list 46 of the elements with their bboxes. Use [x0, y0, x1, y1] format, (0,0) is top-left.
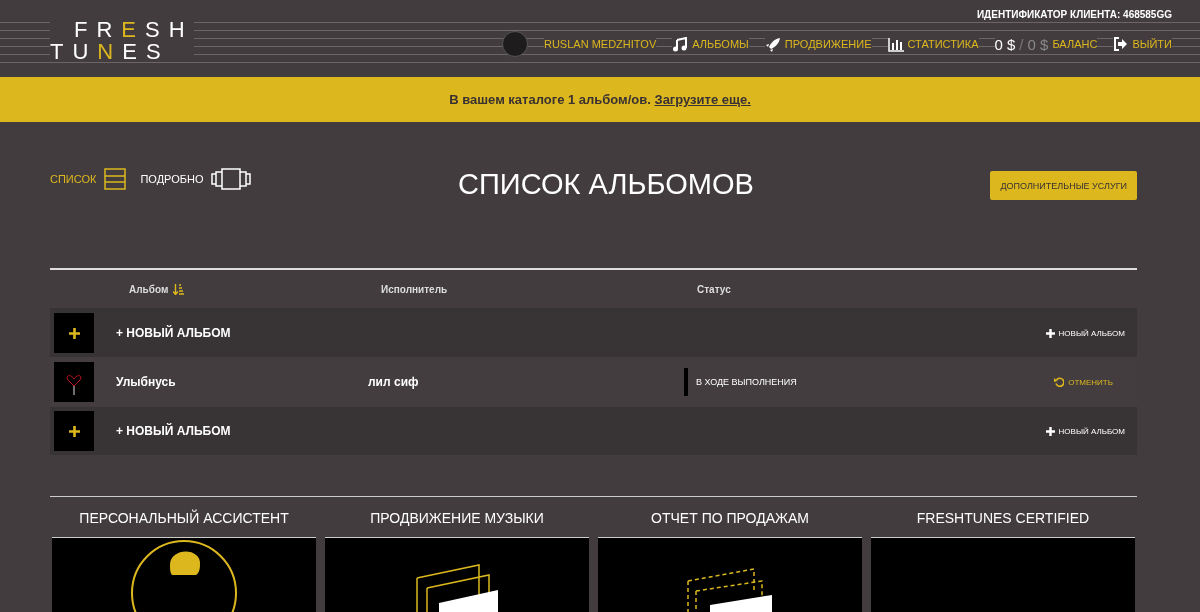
- column-header: Статус: [697, 283, 732, 295]
- balance-amount: 0 $: [994, 35, 1016, 53]
- view-toggle[interactable]: СПИСОК: [50, 168, 127, 190]
- column-header: Исполнитель: [381, 283, 449, 295]
- upload-link[interactable]: Загрузите еще.: [654, 92, 751, 107]
- add-album-tile[interactable]: [54, 411, 94, 451]
- new-album-link[interactable]: НОВЫЙ АЛЬБОМ: [1045, 328, 1125, 338]
- column-header[interactable]: Альбом: [129, 283, 381, 295]
- nav-link[interactable]: АЛЬБОМЫ: [672, 36, 749, 52]
- plus-icon: [1045, 426, 1055, 436]
- plus-icon: [68, 327, 80, 339]
- user-link[interactable]: RUSLAN MEDZHITOV: [543, 38, 657, 50]
- new-album-label[interactable]: + НОВЫЙ АЛЬБОМ: [116, 326, 231, 340]
- rocket-icon: [764, 36, 781, 52]
- view-toggle[interactable]: ПОДРОБНО: [140, 168, 252, 190]
- avatar[interactable]: [501, 31, 528, 57]
- cancel-link[interactable]: ОТМЕНИТЬ: [1054, 377, 1125, 387]
- balance-link[interactable]: БАЛАНС: [1052, 38, 1098, 50]
- logout-icon: [1113, 37, 1129, 51]
- plus-icon: [68, 425, 80, 437]
- service-card[interactable]: [52, 538, 316, 612]
- client-id: ИДЕНТИФИКАТОР КЛИЕНТА: 468585GG: [976, 8, 1172, 22]
- status-marker: [684, 368, 688, 396]
- new-album-link[interactable]: НОВЫЙ АЛЬБОМ: [1045, 426, 1125, 436]
- service-card[interactable]: [325, 538, 589, 612]
- logout-link[interactable]: ВЫЙТИ: [1113, 37, 1172, 51]
- separator: /: [1019, 35, 1024, 53]
- add-album-tile[interactable]: [54, 313, 94, 353]
- nav-link[interactable]: СТАТИСТИКА: [887, 36, 979, 52]
- extra-services-button[interactable]: ДОПОЛНИТЕЛЬНЫЕ УСЛУГИ: [990, 171, 1137, 200]
- table-cell-text: Улыбнусь: [116, 375, 177, 389]
- list-view-icon: [104, 168, 127, 190]
- undo-icon: [1054, 377, 1065, 387]
- music-note-icon: [672, 36, 689, 52]
- table-cell-text: лил сиф: [368, 375, 420, 389]
- plus-icon: [1045, 328, 1055, 338]
- service-card[interactable]: [598, 538, 862, 612]
- bar-chart-icon: [887, 36, 904, 52]
- banner-message: В вашем каталоге 1 альбом/ов. Загрузите еще.: [449, 92, 751, 107]
- page-title: СПИСОК АЛЬБОМОВ: [457, 168, 755, 201]
- new-album-label[interactable]: + НОВЫЙ АЛЬБОМ: [116, 424, 231, 438]
- balance-amount: 0 $: [1027, 35, 1049, 53]
- nav-link[interactable]: ПРОДВИЖЕНИЕ: [764, 36, 872, 52]
- status-label: В ХОДЕ ВЫПОЛНЕНИЯ: [696, 377, 797, 387]
- sort-icon: [173, 283, 185, 295]
- detail-view-icon: [211, 168, 252, 190]
